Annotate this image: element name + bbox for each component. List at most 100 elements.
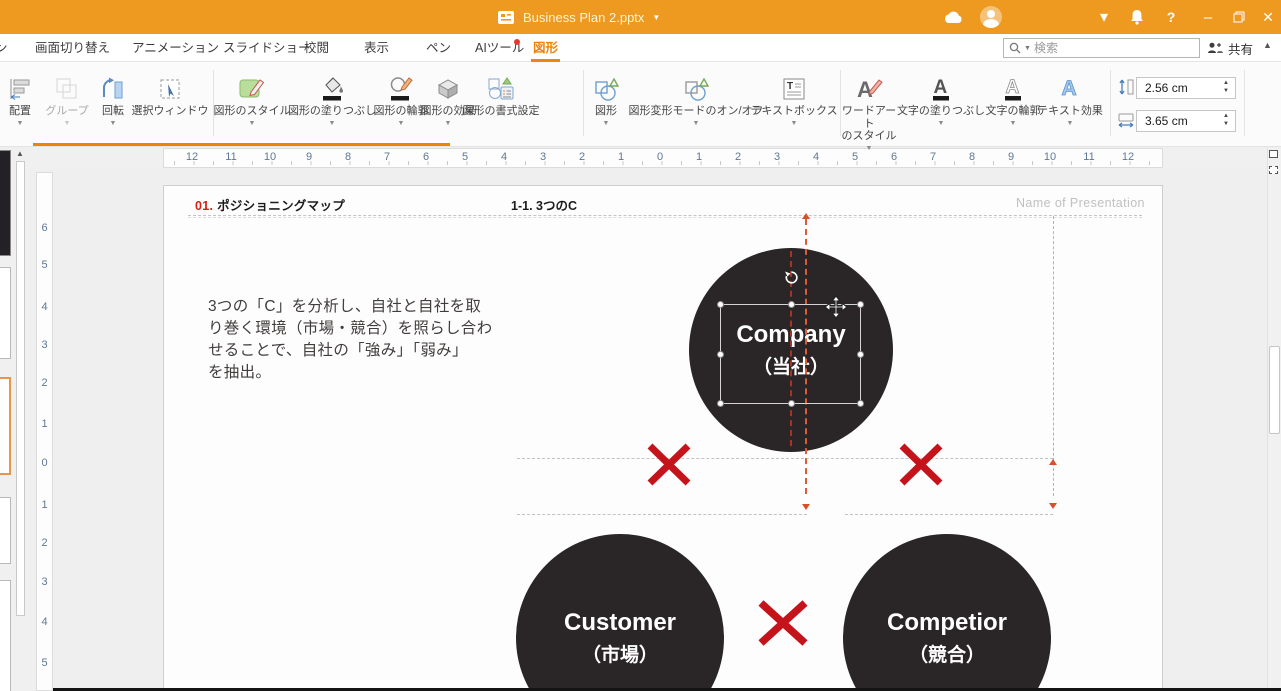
tab-view[interactable]: 表示 <box>364 34 389 62</box>
scroll-up-icon[interactable]: ▲ <box>16 149 24 158</box>
slide-thumbnail-panel: ▲ <box>0 148 28 691</box>
slide-thumbnail-2[interactable] <box>0 267 11 359</box>
thumbnail-scrollbar[interactable]: ▲ <box>15 148 26 691</box>
share-button[interactable]: 共有 <box>1207 37 1253 59</box>
guide-arrow-down <box>1049 503 1057 509</box>
resize-handle[interactable] <box>788 301 795 308</box>
scrollbar-thumb[interactable] <box>16 161 25 616</box>
ruler-toggle-icons <box>1267 150 1280 174</box>
x-mark[interactable] <box>898 443 944 486</box>
svg-text:T: T <box>787 81 793 92</box>
group-button[interactable]: グループ ▼ <box>43 68 91 127</box>
selection-pane-button[interactable]: 選択ウィンドウ <box>126 68 214 118</box>
shapes-button[interactable]: 図形 ▼ <box>586 68 626 127</box>
slide-section-title: 1-1. 3つのC <box>511 195 577 214</box>
shape-customer-circle[interactable]: Customer （市場） <box>516 534 724 691</box>
bell-icon[interactable] <box>1125 0 1149 34</box>
search-box[interactable]: ▼ <box>1003 38 1200 58</box>
shape-width-field[interactable]: 3.65 cm ▲▼ <box>1136 110 1236 132</box>
vertical-ruler: 6 5 4 3 2 1 0 1 2 3 4 5 <box>36 172 53 691</box>
textbox-selection-frame[interactable] <box>720 304 861 404</box>
shape-competitor-circle[interactable]: Competior （競合） <box>843 534 1051 691</box>
presentation-doc-icon <box>497 10 515 25</box>
titlebar: Business Plan 2.pptx ▼ ▾ ? – ✕ <box>0 0 1281 34</box>
align-icon <box>7 68 33 102</box>
restore-window-icon[interactable] <box>1227 0 1251 34</box>
stepper-arrows-icon[interactable]: ▲▼ <box>1223 113 1229 128</box>
tab-shape-format[interactable]: 図形 <box>533 34 558 62</box>
shape-height-field[interactable]: 2.56 cm ▲▼ <box>1136 77 1236 99</box>
slide-thumbnail-1[interactable] <box>0 150 11 256</box>
resize-handle[interactable] <box>857 400 864 407</box>
text-outline-icon: A <box>1000 68 1026 102</box>
shape-outline-icon <box>388 68 414 102</box>
wordart-style-button[interactable]: A ワードアート のスタイル ▼ <box>841 68 897 152</box>
help-icon[interactable]: ? <box>1159 0 1183 34</box>
text-effects-button[interactable]: A テキスト効果 ▼ <box>1038 68 1102 127</box>
textbox-button[interactable]: T テキストボックス ▼ <box>754 68 834 127</box>
rotate-icon <box>100 68 126 102</box>
chevron-down-icon: ▼ <box>64 120 71 127</box>
document-title-group[interactable]: Business Plan 2.pptx ▼ <box>497 0 660 34</box>
shape-morph-toggle-button[interactable]: 図形変形モードのオン/オフ ▼ <box>633 68 759 127</box>
share-people-icon <box>1207 41 1224 55</box>
shape-style-button[interactable]: 図形のスタイル ▼ <box>209 68 295 127</box>
tab-animation[interactable]: アニメーション <box>132 34 219 62</box>
horizontal-ruler: 12 11 10 9 8 7 6 5 4 3 2 1 0 1 2 3 4 5 6… <box>28 148 1281 168</box>
resize-handle[interactable] <box>717 400 724 407</box>
resize-handle[interactable] <box>788 400 795 407</box>
x-mark[interactable] <box>646 443 692 486</box>
slide-thumbnail-3-selected[interactable] <box>0 377 11 475</box>
body-text[interactable]: 3つの「C」を分析し、自社と自社を取 り巻く環境（市場・競合）を照らし合わ せる… <box>208 296 553 384</box>
shape-format-icon <box>487 68 515 102</box>
tab-review[interactable]: 校閲 <box>304 34 329 62</box>
arrange-button[interactable]: 配置 ▼ <box>0 68 40 127</box>
shapes-icon <box>593 68 620 102</box>
scrollbar-thumb[interactable] <box>1269 346 1280 434</box>
chevron-down-icon: ▼ <box>1067 120 1074 127</box>
shape-format-settings-button[interactable]: 図形の書式設定 <box>454 68 548 118</box>
ruler-toggle-icon[interactable] <box>1269 150 1278 158</box>
resize-handle[interactable] <box>717 301 724 308</box>
cloud-sync-icon[interactable] <box>941 0 965 34</box>
guide-line-horizontal <box>517 514 807 515</box>
search-input[interactable] <box>1034 41 1194 55</box>
chevron-down-icon[interactable]: ▾ <box>1092 0 1116 34</box>
wordart-style-icon: A <box>855 68 883 102</box>
tab-pen[interactable]: ペン <box>426 34 451 62</box>
text-fill-button[interactable]: A 文字の塗りつぶし ▼ <box>897 68 985 127</box>
svg-text:A: A <box>1062 77 1077 100</box>
shape-height-icon <box>1118 78 1135 96</box>
tab-partial-left[interactable]: ン <box>0 34 8 62</box>
guides-toggle-icon[interactable] <box>1269 166 1278 174</box>
rotate-handle-icon[interactable] <box>784 270 799 285</box>
chevron-down-icon[interactable]: ▼ <box>1024 45 1031 52</box>
collapse-ribbon-icon[interactable]: ▲ <box>1263 40 1272 50</box>
vertical-scrollbar[interactable] <box>1267 148 1281 691</box>
ribbon-tab-row: ン 画面切り替え アニメーション スライドショー 校閲 表示 ペン AIツール … <box>0 34 1281 62</box>
minimize-icon[interactable]: – <box>1196 0 1220 34</box>
slide-thumbnail-4[interactable] <box>0 497 11 564</box>
chevron-down-icon: ▼ <box>1010 120 1017 127</box>
tab-transitions[interactable]: 画面切り替え <box>35 34 110 62</box>
guide-arrow-up <box>802 213 810 219</box>
slide-thumbnail-5[interactable] <box>0 580 11 691</box>
resize-handle[interactable] <box>717 351 724 358</box>
slide-canvas[interactable]: 01. ポジショニングマップ 1-1. 3つのC Name of Present… <box>163 185 1163 691</box>
tab-slideshow[interactable]: スライドショー <box>223 34 311 62</box>
resize-handle[interactable] <box>857 351 864 358</box>
chevron-down-icon: ▼ <box>398 120 405 127</box>
selection-pane-icon <box>157 68 183 102</box>
chevron-down-icon[interactable]: ▼ <box>652 13 660 22</box>
guide-arrow-down <box>802 504 810 510</box>
guide-line-horizontal <box>845 514 1053 515</box>
chevron-down-icon: ▼ <box>791 120 798 127</box>
x-mark[interactable] <box>757 599 809 647</box>
resize-handle[interactable] <box>857 301 864 308</box>
close-icon[interactable]: ✕ <box>1256 0 1280 34</box>
text-outline-button[interactable]: A 文字の輪郭 ▼ <box>984 68 1042 127</box>
shape-fill-button[interactable]: 図形の塗りつぶし ▼ <box>287 68 377 127</box>
text-effects-icon: A <box>1057 68 1083 102</box>
user-avatar[interactable] <box>980 6 1002 28</box>
stepper-arrows-icon[interactable]: ▲▼ <box>1223 80 1229 95</box>
